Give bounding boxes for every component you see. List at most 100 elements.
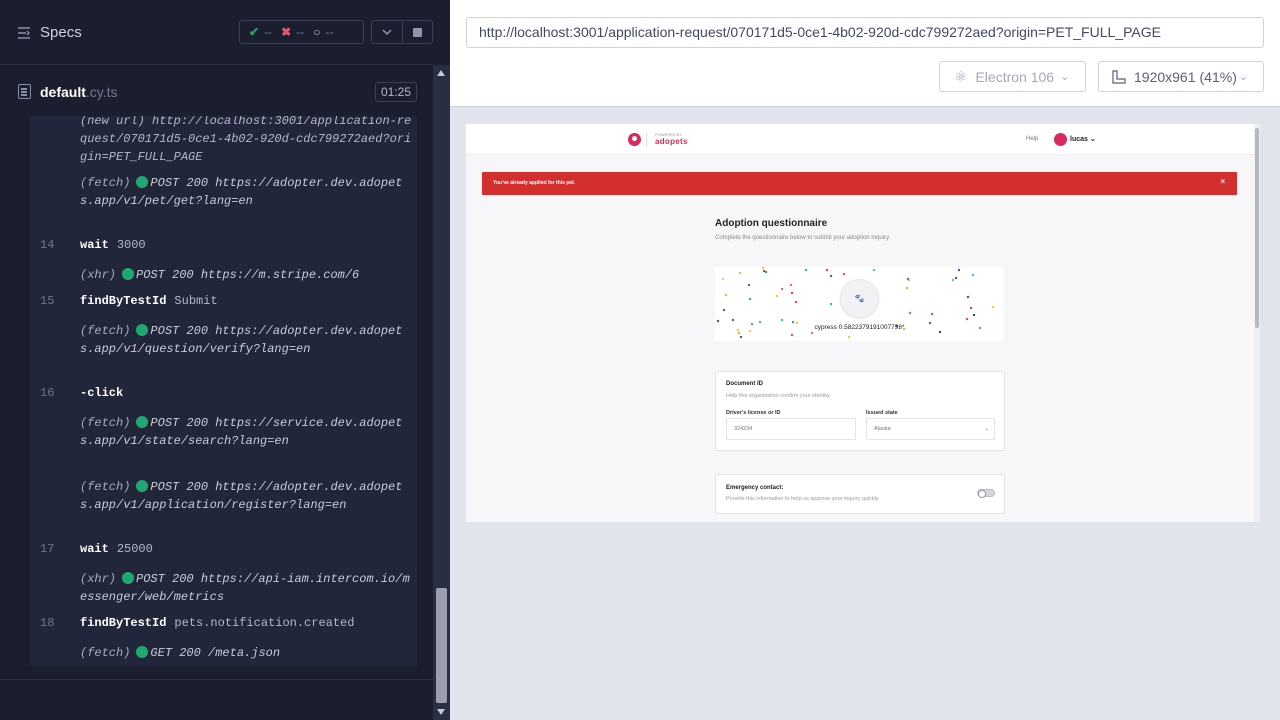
confetti-dot <box>747 283 751 287</box>
confetti-dot <box>966 317 969 320</box>
viewport-size: 1920x961 <box>1134 68 1196 85</box>
success-dot-icon <box>136 176 149 188</box>
confetti-dot <box>737 331 740 335</box>
emergency-contact-toggle[interactable] <box>977 489 995 498</box>
confetti-dot <box>951 279 955 282</box>
logo-icon[interactable] <box>628 133 641 146</box>
stop-button[interactable] <box>403 21 433 43</box>
card-subtitle: Help this organization confirm your iden… <box>726 393 831 399</box>
confetti-dot <box>804 268 808 271</box>
confetti-dot <box>794 300 798 304</box>
stop-icon <box>412 27 422 37</box>
app-preview-panel: http://localhost:3001/application-reques… <box>450 0 1280 720</box>
collapse-button[interactable] <box>372 21 403 43</box>
user-avatar-icon[interactable] <box>1054 133 1067 146</box>
app-scrollbar[interactable] <box>1254 124 1260 522</box>
confetti-dot <box>790 333 794 337</box>
browser-toolbar: http://localhost:3001/application-reques… <box>450 0 1280 107</box>
specs-label[interactable]: Specs <box>40 24 82 41</box>
line-number: 16 <box>40 386 55 400</box>
user-menu[interactable]: lucas ⌄ <box>1070 135 1096 143</box>
confetti-dot <box>829 274 833 278</box>
pending-stat: ○ -- <box>313 25 333 39</box>
failed-stat: ✖ -- <box>281 25 304 39</box>
confetti-dot <box>971 274 974 277</box>
confetti-dot <box>723 308 726 312</box>
url-bar[interactable]: http://localhost:3001/application-reques… <box>466 17 1264 48</box>
test-stats: ✔ -- ✖ -- ○ -- <box>239 20 364 44</box>
passed-count: -- <box>264 25 273 39</box>
specs-header: Specs ✔ -- ✖ -- ○ -- <box>0 0 433 65</box>
command-log-panel: Specs ✔ -- ✖ -- ○ -- default.cy.ts 01:25… <box>0 0 450 720</box>
confetti-dot <box>895 324 899 328</box>
state-label: Issued state <box>866 410 898 416</box>
scrollbar-thumb[interactable] <box>436 588 447 703</box>
command-name: -click <box>80 386 124 400</box>
confetti-dot <box>763 269 766 272</box>
confetti-dot <box>780 287 783 290</box>
confetti-dot <box>991 305 995 309</box>
close-icon[interactable]: × <box>1220 177 1225 186</box>
scroll-up-icon[interactable] <box>437 70 445 76</box>
confetti-dot <box>825 268 829 272</box>
state-select[interactable]: Alaska ⌄ <box>866 418 995 440</box>
chevron-down-icon: ⌄ <box>984 426 989 432</box>
electron-icon: ⚛ <box>954 68 968 86</box>
line-number: 14 <box>40 238 55 252</box>
confetti-dot <box>847 336 851 339</box>
browser-selector[interactable]: ⚛ Electron 106 ⌄ <box>939 61 1086 92</box>
check-icon: ✔ <box>249 25 260 39</box>
license-label: Driver's license or ID <box>726 410 781 416</box>
divider <box>0 679 433 680</box>
viewport-selector[interactable]: 1920x961 (41%) ⌄ <box>1098 61 1264 92</box>
pending-count: -- <box>325 25 334 39</box>
scrollbar-thumb[interactable] <box>1255 128 1259 328</box>
confetti-dot <box>973 314 976 317</box>
app-header: POWERED BY adopets Help lucas ⌄ <box>466 124 1254 155</box>
confetti-dot <box>906 286 909 289</box>
command-name: findByTestId pets.notification.created <box>80 616 355 630</box>
command-name: wait 25000 <box>80 542 153 556</box>
log-event: (fetch) POST 200 https://adopter.dev.adop… <box>80 176 403 208</box>
help-link[interactable]: Help <box>1026 136 1038 142</box>
confetti-dot <box>721 277 725 281</box>
spec-file-header[interactable]: default.cy.ts 01:25 <box>0 66 433 116</box>
already-applied-alert: You've already applied for this pet. × <box>482 172 1237 195</box>
specs-list-icon[interactable] <box>17 26 31 40</box>
confetti-dot <box>740 336 743 339</box>
success-dot-icon <box>122 572 135 584</box>
scroll-down-icon[interactable] <box>437 709 445 715</box>
command-log-scrollbar[interactable] <box>433 65 450 720</box>
line-number: 17 <box>40 542 55 556</box>
confetti-dot <box>765 270 768 273</box>
confetti-dot <box>781 318 784 321</box>
log-event: (fetch) POST 200 https://adopter.dev.adop… <box>80 324 403 356</box>
confetti-dot <box>967 295 970 299</box>
pet-name: cypress 0.5822379191007798* <box>814 324 905 331</box>
confetti-dot <box>842 272 846 276</box>
log-event: (fetch) GET 200 /meta.json <box>80 646 281 660</box>
confetti-dot <box>829 302 832 305</box>
spec-file-name: default.cy.ts <box>40 84 118 100</box>
confetti-dot <box>738 271 741 275</box>
success-dot-icon <box>136 646 149 658</box>
card-title: Document ID <box>726 381 764 387</box>
command-name: findByTestId Submit <box>80 294 218 308</box>
confetti-dot <box>748 329 752 333</box>
confetti-dot <box>791 320 795 323</box>
license-field[interactable]: 324234 <box>726 418 856 440</box>
document-id-card: Document ID Help this organization confi… <box>715 371 1005 451</box>
confetti-dot <box>872 268 876 272</box>
app-under-test-frame: POWERED BY adopets Help lucas ⌄ You've a… <box>466 124 1260 522</box>
confetti-dot <box>955 277 958 280</box>
confetti-dot <box>795 321 799 324</box>
log-event: (xhr) POST 200 https://api-iam.intercom.i… <box>80 572 410 604</box>
page-title: Adoption questionnaire <box>715 218 828 229</box>
ruler-icon <box>1112 69 1126 84</box>
confetti-dot <box>724 293 728 297</box>
passed-stat: ✔ -- <box>249 25 272 39</box>
success-dot-icon <box>136 480 149 492</box>
confetti-dot <box>908 311 912 315</box>
confetti-dot <box>939 331 942 334</box>
log-event: (xhr) POST 200 https://m.stripe.com/6 <box>80 268 360 282</box>
